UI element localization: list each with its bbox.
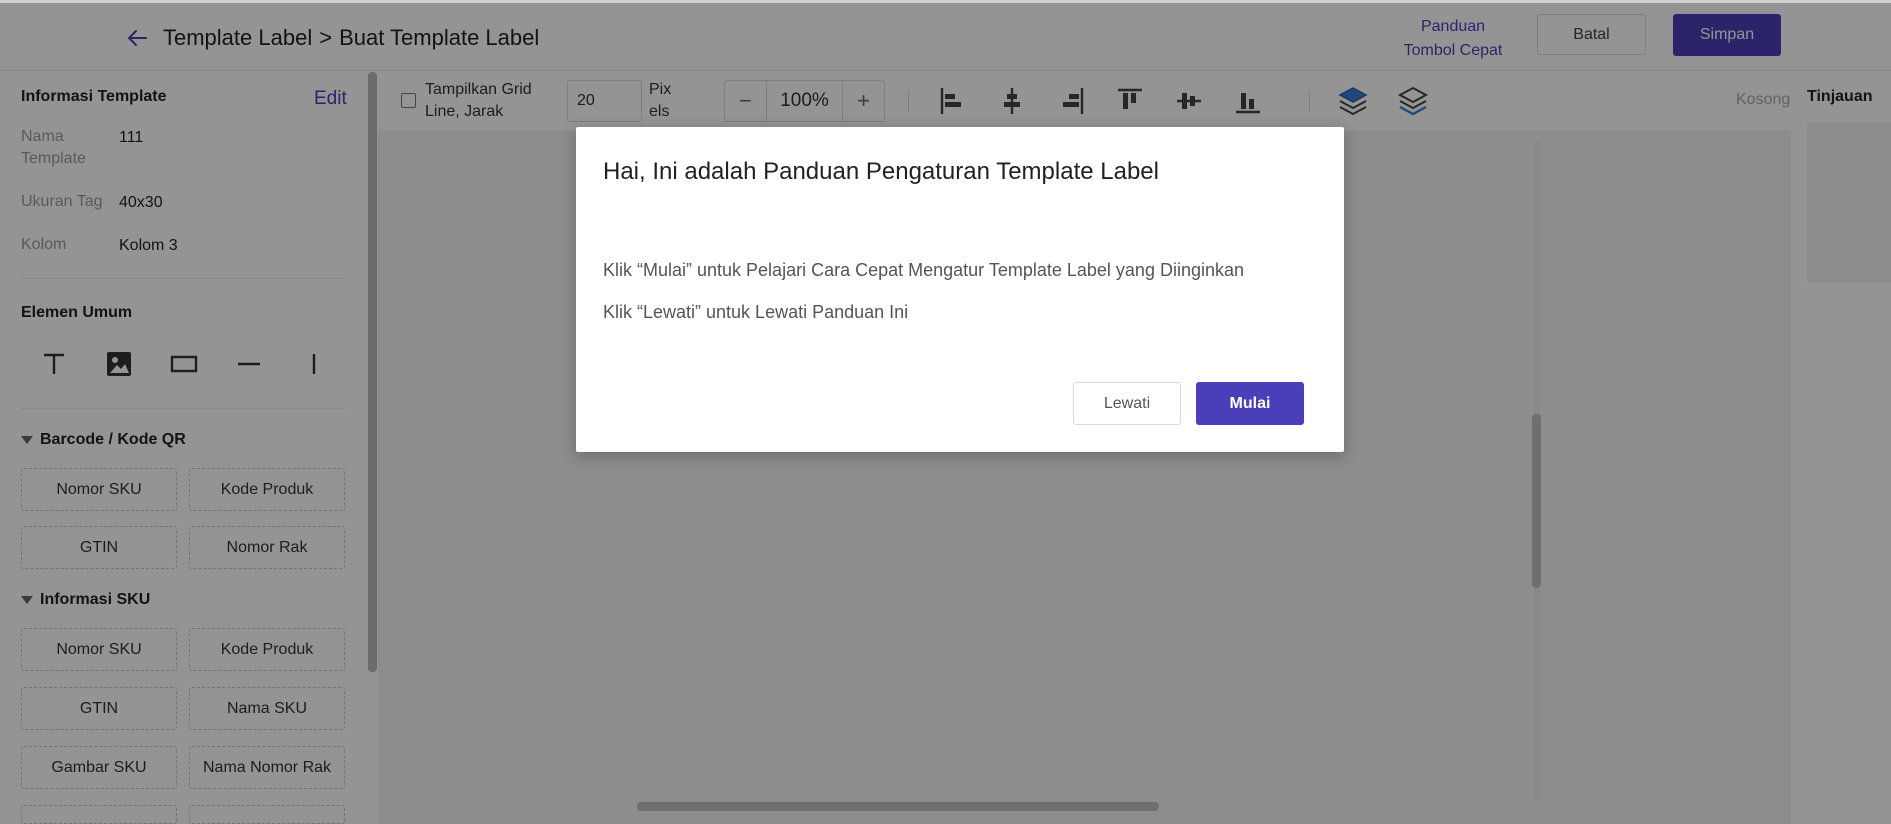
dialog-instruction-skip: Klik “Lewati” untuk Lewati Panduan Ini bbox=[603, 302, 909, 322]
skip-button[interactable]: Lewati bbox=[1073, 382, 1181, 425]
dialog-title: Hai, Ini adalah Panduan Pengaturan Templ… bbox=[603, 158, 1159, 185]
guide-dialog: Hai, Ini adalah Panduan Pengaturan Templ… bbox=[576, 127, 1344, 452]
dialog-instruction-start: Klik “Mulai” untuk Pelajari Cara Cepat M… bbox=[603, 260, 1245, 280]
start-button[interactable]: Mulai bbox=[1196, 382, 1304, 425]
